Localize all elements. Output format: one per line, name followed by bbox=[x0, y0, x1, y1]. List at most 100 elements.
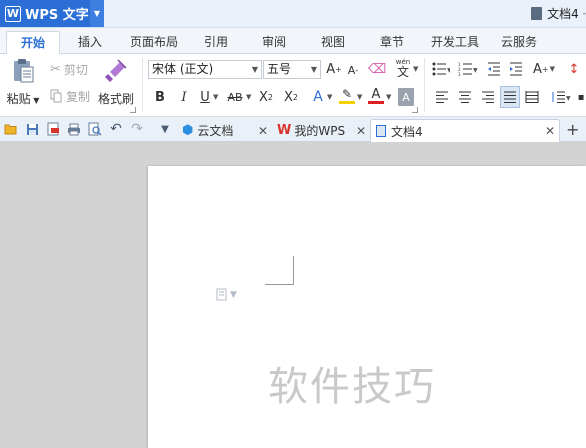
tab-view[interactable]: 视图 bbox=[321, 33, 345, 53]
subscript-button[interactable]: X2 bbox=[282, 88, 300, 106]
superscript-button[interactable]: X2 bbox=[257, 88, 275, 106]
copy-label: 复制 bbox=[66, 89, 91, 104]
doc-tab-label: 我的WPS bbox=[294, 124, 346, 138]
font-name-select[interactable]: 宋体 (正文) ▼ bbox=[148, 60, 262, 79]
customize-toolbar-dropdown-icon[interactable]: ▼ bbox=[157, 121, 173, 137]
scissors-icon: ✂ bbox=[50, 61, 61, 77]
chevron-down-icon: ▼ bbox=[230, 289, 237, 300]
highlight-button[interactable]: ✎ bbox=[338, 87, 356, 105]
tab-chapter[interactable]: 章节 bbox=[380, 33, 404, 53]
svg-text:▼: ▼ bbox=[447, 67, 450, 74]
align-right-button[interactable] bbox=[480, 88, 496, 106]
sort-icon: ↕ bbox=[568, 61, 580, 77]
cut-button[interactable]: ✂ 剪切 bbox=[50, 60, 88, 78]
numbering-button[interactable]: 1 2 3 ▼ bbox=[456, 60, 480, 78]
paste-options-icon[interactable]: ▼ bbox=[216, 288, 237, 301]
strikethrough-dropdown-icon[interactable]: ▼ bbox=[246, 93, 251, 101]
tab-insert[interactable]: 插入 bbox=[78, 33, 102, 53]
title-bar: W WPS 文字 ▼ 文档4 - bbox=[0, 0, 586, 28]
font-size-select[interactable]: 五号 ▼ bbox=[263, 60, 321, 79]
tab-review[interactable]: 审阅 bbox=[262, 33, 286, 53]
svg-text:3: 3 bbox=[458, 72, 461, 76]
text-style-button[interactable]: A + ▼ bbox=[533, 60, 555, 78]
clear-format-button[interactable]: ⌫ bbox=[368, 60, 386, 78]
quick-access-toolbar: ↶ ↷ ▼ ⬢ 云文档 ✕ W 我的WPS ✕ 文档4 ✕ + bbox=[0, 117, 586, 142]
text-style-dropdown-icon: ▼ bbox=[549, 65, 555, 73]
font-dialog-launcher[interactable] bbox=[412, 107, 418, 113]
text-style-icon: A bbox=[533, 61, 542, 77]
font-size-value: 五号 bbox=[267, 62, 292, 76]
font-color-dropdown-icon[interactable]: ▼ bbox=[386, 93, 391, 101]
grow-font-icon: A bbox=[326, 61, 336, 77]
ribbon-separator bbox=[142, 58, 143, 112]
save-icon[interactable] bbox=[24, 121, 40, 137]
tab-references[interactable]: 引用 bbox=[204, 33, 228, 53]
justify-button[interactable] bbox=[500, 86, 520, 108]
clipboard-dialog-launcher[interactable] bbox=[130, 107, 136, 113]
shrink-font-button[interactable]: A- bbox=[345, 61, 361, 79]
paste-dropdown-icon[interactable]: ▼ bbox=[31, 96, 39, 105]
grow-font-button[interactable]: A + bbox=[326, 60, 342, 78]
tab-home[interactable]: 开始 bbox=[6, 31, 61, 55]
text-effect-dropdown-icon[interactable]: ▼ bbox=[327, 93, 332, 101]
outdent-icon bbox=[488, 62, 500, 76]
new-tab-plus-icon[interactable]: + bbox=[566, 120, 579, 139]
font-color-icon: A bbox=[371, 87, 381, 102]
svg-text:▼: ▼ bbox=[473, 67, 478, 74]
sort-button[interactable]: ↕ bbox=[566, 60, 582, 78]
copy-button[interactable]: 复制 bbox=[50, 87, 90, 105]
align-center-button[interactable] bbox=[457, 88, 473, 106]
print-preview-icon[interactable] bbox=[87, 121, 103, 137]
underline-dropdown-icon[interactable]: ▼ bbox=[213, 93, 218, 101]
redo-icon[interactable]: ↷ bbox=[129, 121, 145, 137]
chevron-down-icon: ▼ bbox=[310, 65, 317, 74]
app-name: WPS 文字 bbox=[25, 8, 89, 23]
close-icon[interactable]: ✕ bbox=[545, 124, 555, 138]
align-left-button[interactable] bbox=[434, 88, 450, 106]
app-menu-button[interactable]: W WPS 文字 bbox=[0, 0, 90, 27]
pinyin-guide-button[interactable]: wén 文 bbox=[392, 56, 414, 80]
line-spacing-button[interactable]: ▼ bbox=[550, 88, 572, 106]
pinyin-dropdown-icon[interactable]: ▼ bbox=[413, 65, 418, 73]
format-painter-button[interactable]: 格式刷 bbox=[98, 58, 134, 114]
highlight-dropdown-icon[interactable]: ▼ bbox=[357, 93, 362, 101]
distributed-align-icon bbox=[525, 91, 539, 103]
bullets-button[interactable]: ▼ bbox=[430, 60, 452, 78]
font-color-swatch bbox=[368, 101, 384, 104]
doc-tab-cloud-docs[interactable]: ⬢ 云文档 ✕ bbox=[178, 119, 273, 142]
text-effect-button[interactable]: A bbox=[310, 88, 326, 106]
increase-indent-button[interactable] bbox=[508, 60, 524, 78]
underline-button[interactable]: U bbox=[198, 88, 212, 106]
export-pdf-icon[interactable] bbox=[45, 121, 61, 137]
paste-button[interactable]: 粘贴 ▼ bbox=[6, 58, 40, 114]
close-icon[interactable]: ✕ bbox=[356, 124, 366, 138]
close-icon[interactable]: ✕ bbox=[258, 124, 268, 138]
copy-icon bbox=[50, 89, 62, 103]
font-color-button[interactable]: A bbox=[367, 87, 385, 105]
tab-page-layout[interactable]: 页面布局 bbox=[130, 33, 178, 53]
app-menu-dropdown-icon[interactable]: ▼ bbox=[90, 0, 104, 27]
doc-tab-my-wps[interactable]: W 我的WPS ✕ bbox=[274, 119, 369, 142]
bold-button[interactable]: B bbox=[152, 88, 168, 106]
char-shading-button[interactable]: A bbox=[398, 88, 414, 106]
print-icon[interactable] bbox=[66, 121, 82, 137]
align-center-icon bbox=[459, 91, 471, 103]
line-spacing-icon: ▼ bbox=[552, 91, 571, 103]
window-doc-title: 文档4 - bbox=[531, 0, 586, 27]
pinyin-char: 文 bbox=[396, 64, 409, 79]
tab-developer-tools[interactable]: 开发工具 bbox=[431, 33, 479, 53]
undo-icon[interactable]: ↶ bbox=[108, 121, 124, 137]
bullet-list-icon: ▼ bbox=[432, 62, 450, 76]
wps-logo-icon: W bbox=[5, 5, 21, 22]
open-folder-icon[interactable] bbox=[3, 121, 19, 137]
italic-button[interactable]: I bbox=[176, 88, 192, 106]
tab-cloud-service[interactable]: 云服务 bbox=[501, 33, 537, 53]
format-painter-icon bbox=[105, 59, 127, 82]
more-paragraph-icon[interactable]: ▪ bbox=[576, 88, 586, 106]
doc-tab-document4[interactable]: 文档4 ✕ bbox=[370, 119, 560, 142]
shrink-font-icon: A bbox=[347, 63, 356, 77]
decrease-indent-button[interactable] bbox=[486, 60, 502, 78]
distributed-align-button[interactable] bbox=[524, 88, 540, 106]
align-right-icon bbox=[482, 91, 494, 103]
strikethrough-button[interactable]: AB bbox=[224, 88, 246, 106]
